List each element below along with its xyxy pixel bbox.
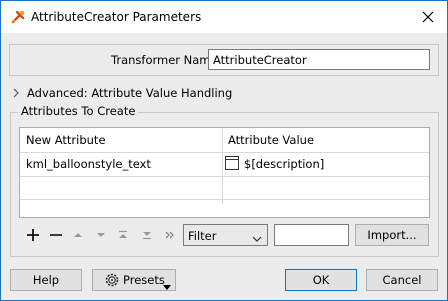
column-divider — [222, 128, 223, 204]
advanced-section-toggle[interactable]: Advanced: Attribute Value Handling — [27, 86, 232, 100]
header-divider — [20, 152, 429, 153]
presets-label: Presets — [123, 273, 165, 287]
text-editor-icon[interactable] — [225, 156, 239, 170]
move-up-icon[interactable] — [73, 227, 83, 243]
more-options-icon[interactable] — [165, 227, 175, 243]
ok-button[interactable]: OK — [285, 269, 357, 291]
window-title: AttributeCreator Parameters — [31, 10, 202, 24]
dialog-window: AttributeCreator Parameters Transformer … — [0, 0, 448, 301]
title-bar[interactable]: AttributeCreator Parameters — [1, 1, 447, 33]
row-divider — [20, 176, 429, 177]
move-down-icon[interactable] — [96, 227, 106, 243]
attribute-value-cell[interactable]: $[description] — [238, 157, 324, 171]
help-button[interactable]: Help — [10, 269, 82, 291]
filter-text-input[interactable] — [274, 224, 349, 246]
row-divider — [20, 199, 429, 200]
attributes-group-label: Attributes To Create — [18, 104, 139, 118]
move-to-top-icon[interactable] — [118, 227, 128, 243]
fme-transformer-icon — [10, 9, 26, 25]
filter-dropdown-value: Filter — [188, 229, 217, 243]
cancel-button[interactable]: Cancel — [366, 269, 438, 291]
import-button[interactable]: Import... — [355, 224, 429, 246]
transformer-name-label: Transformer Name: — [111, 53, 222, 67]
add-row-icon[interactable] — [26, 227, 40, 243]
move-to-bottom-icon[interactable] — [142, 227, 152, 243]
close-icon[interactable] — [418, 7, 438, 27]
transformer-name-input[interactable]: AttributeCreator — [208, 49, 430, 70]
presets-button[interactable]: Presets — [92, 269, 176, 291]
column-header-new-attribute[interactable]: New Attribute — [20, 128, 222, 152]
expand-arrow-icon[interactable] — [12, 87, 20, 98]
attributes-table: New Attribute Attribute Value kml_balloo… — [19, 127, 430, 218]
column-header-attribute-value[interactable]: Attribute Value — [222, 128, 429, 152]
filter-dropdown[interactable]: Filter — [183, 224, 268, 246]
gear-icon — [104, 272, 120, 288]
caret-down-icon — [163, 277, 171, 297]
attribute-name-cell[interactable]: kml_balloonstyle_text — [20, 157, 151, 171]
remove-row-icon[interactable] — [49, 227, 63, 243]
chevron-down-icon — [252, 232, 262, 246]
